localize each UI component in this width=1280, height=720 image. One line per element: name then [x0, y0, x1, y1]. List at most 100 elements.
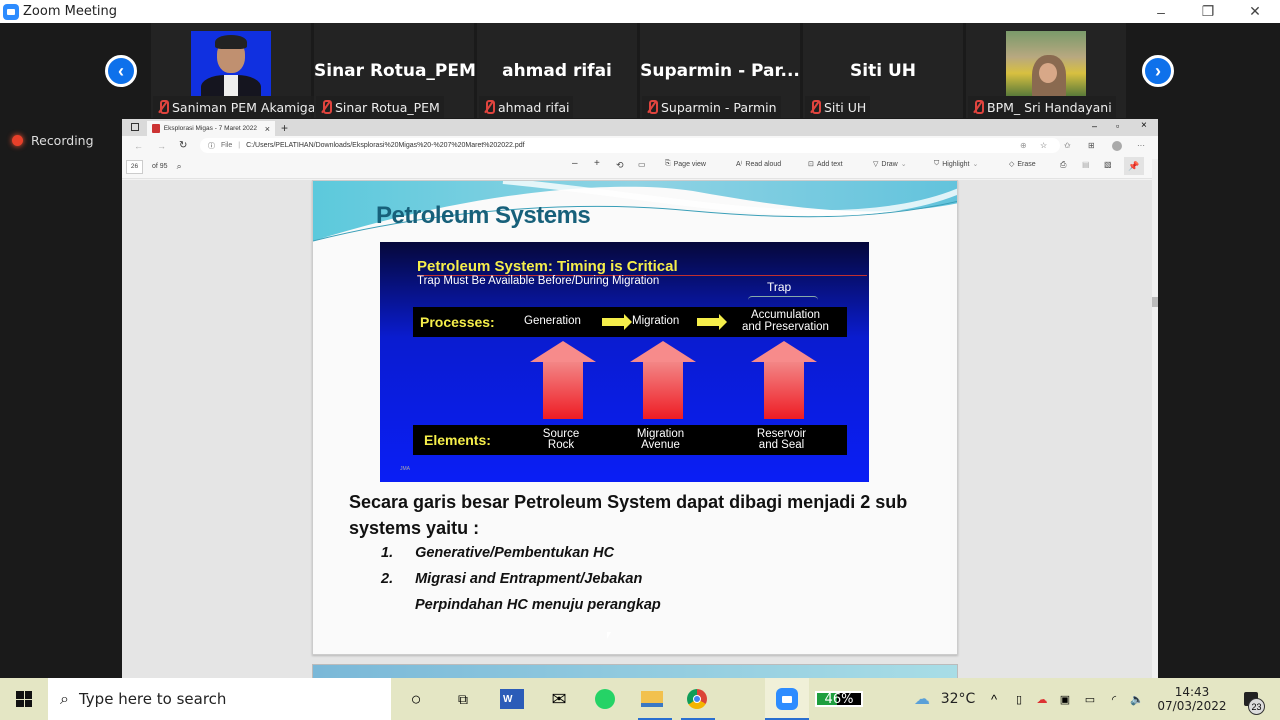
prev-participants-button[interactable]: ‹ [105, 55, 137, 87]
collections-icon[interactable]: ⊞ [1088, 141, 1095, 150]
participant-tile[interactable]: Sinar Rotua_PEM Sinar Rotua_PEM [314, 23, 476, 118]
word-app-icon[interactable]: W [496, 678, 528, 720]
refresh-icon[interactable]: ↻ [179, 140, 187, 151]
notification-center-button[interactable]: 23 [1236, 678, 1266, 720]
chevron-down-icon: ⌄ [900, 161, 907, 168]
close-button[interactable]: ✕ [1232, 0, 1278, 23]
chrome-icon[interactable] [681, 678, 715, 720]
participant-photo [1006, 31, 1086, 96]
chevron-down-icon: ⌄ [972, 161, 979, 168]
zoom-out-button[interactable]: – [572, 158, 578, 169]
participant-tile[interactable]: ahmad rifai ahmad rifai [477, 23, 637, 118]
battery-icon[interactable]: ▭ [1081, 678, 1099, 720]
muted-mic-icon [646, 100, 658, 114]
whatsapp-icon[interactable] [589, 678, 621, 720]
search-icon[interactable]: ⌕ [177, 161, 182, 172]
show-hidden-icons-chevron-icon[interactable]: ^ [985, 678, 1003, 720]
clock[interactable]: 14:43 07/03/2022 [1152, 678, 1232, 720]
fit-page-icon[interactable]: ▭ [638, 160, 646, 169]
url-prefix: File [221, 142, 233, 149]
muted-mic-icon [972, 100, 984, 114]
next-participants-button[interactable]: › [1142, 55, 1174, 87]
participant-name-label: BPM_ Sri Handayani [968, 96, 1116, 118]
highlight-icon: ⛉ [934, 160, 940, 167]
participant-tile[interactable]: Suparmin - Par... Suparmin - Parmin [640, 23, 800, 118]
read-aloud-button[interactable]: A⁾ Read aloud [736, 160, 781, 169]
tab-close-icon[interactable]: × [265, 124, 270, 134]
save-icon[interactable]: ▤ [1082, 160, 1090, 169]
restore-button[interactable]: ❐ [1185, 0, 1231, 23]
participant-tile[interactable]: BPM_ Sri Handayani [966, 23, 1126, 118]
rotate-icon[interactable]: ⟲ [616, 160, 624, 171]
list-item-note: Perpindahan HC menuju perangkap [415, 597, 661, 613]
zoom-title-bar: Zoom Meeting – ❐ ✕ [0, 0, 1280, 23]
back-arrow-icon[interactable]: ← [134, 141, 143, 151]
participant-tile[interactable]: Saniman PEM Akamigas [151, 23, 326, 118]
display-icon[interactable]: ▣ [1056, 678, 1074, 720]
meet-now-icon[interactable]: ▯ [1010, 678, 1028, 720]
slide-title: Petroleum Systems [376, 202, 591, 229]
browser-tab-bar: Eksplorasi Migas - 7 Maret 2022 × + – ▫ … [122, 119, 1158, 136]
browser-restore-button[interactable]: ▫ [1116, 121, 1119, 131]
favorites-list-icon[interactable]: ✩ [1064, 141, 1071, 150]
profile-avatar[interactable] [1112, 140, 1122, 151]
notification-count-badge: 23 [1248, 698, 1265, 715]
start-button[interactable] [0, 678, 48, 720]
cortana-icon[interactable]: ○ [400, 678, 432, 720]
tab-actions-icon[interactable] [131, 123, 139, 131]
info-icon: ⓘ [208, 142, 215, 150]
pin-toolbar-icon[interactable]: 📌 [1124, 157, 1144, 175]
participant-tile[interactable]: Siti UH Siti UH [803, 23, 963, 118]
zoom-in-button[interactable]: + [594, 158, 600, 169]
url-field[interactable]: ⓘ File | C:/Users/PELATIHAN/Downloads/Ek… [200, 138, 1060, 153]
read-aloud-icon: A⁾ [736, 161, 743, 168]
more-options-icon[interactable]: ··· [1137, 141, 1145, 150]
pdf-viewer[interactable]: Petroleum Systems Petroleum System: Timi… [122, 180, 1152, 678]
diagram-credit: JMA [400, 466, 410, 472]
zoom-app-icon[interactable] [765, 678, 809, 720]
weather-icon[interactable]: ☁ [910, 678, 934, 720]
mail-app-icon[interactable]: ✉ [543, 678, 575, 720]
favorite-icon[interactable]: ☆ [1040, 141, 1047, 150]
temperature[interactable]: 32°C [940, 678, 976, 720]
pdf-file-icon [152, 124, 160, 133]
pdf-scrollbar[interactable] [1152, 159, 1158, 678]
onedrive-error-icon[interactable]: ☁ [1033, 678, 1051, 720]
new-tab-button[interactable]: + [281, 121, 288, 136]
participant-photo [191, 31, 271, 96]
add-text-button[interactable]: ⊡ Add text [808, 160, 843, 169]
up-arrow-icon [630, 341, 696, 419]
muted-mic-icon [157, 100, 169, 114]
taskbar-search-box[interactable]: ⌕ Type here to search [48, 678, 391, 720]
file-explorer-icon[interactable] [636, 678, 672, 720]
recording-indicator[interactable]: Recording [12, 133, 94, 148]
pdf-next-page [312, 664, 958, 678]
muted-mic-icon [809, 100, 821, 114]
url-text: C:/Users/PELATIHAN/Downloads/Eksplorasi%… [246, 142, 525, 149]
page-number-input[interactable]: 26 [126, 159, 143, 174]
zoom-icon[interactable]: ⊕ [1020, 141, 1027, 150]
scrollbar-thumb[interactable] [1152, 297, 1158, 307]
browser-minimize-button[interactable]: – [1092, 121, 1097, 131]
highlight-button[interactable]: ⛉ Highlight ⌄ [934, 160, 978, 168]
page-view-button[interactable]: ⎘ Page view [665, 160, 706, 168]
battery-meter[interactable]: 46% [814, 678, 864, 720]
process-migration: Migration [632, 315, 680, 327]
minimize-button[interactable]: – [1138, 0, 1184, 23]
volume-icon[interactable]: 🔈 [1128, 678, 1146, 720]
wifi-icon[interactable]: ◜ [1105, 678, 1123, 720]
save-as-icon[interactable]: ▧ [1104, 160, 1112, 169]
element-migration-avenue: Migration Avenue [636, 428, 685, 451]
chevron-right-icon: › [1155, 60, 1161, 81]
task-view-icon[interactable]: ⧉ [447, 678, 479, 720]
processes-bar: Processes: Generation Migration Accumula… [413, 307, 847, 337]
search-placeholder: Type here to search [78, 690, 227, 708]
eraser-icon: ◇ [1009, 161, 1015, 168]
print-icon[interactable]: ⎙ [1060, 160, 1066, 170]
diagram-subtitle: Trap Must Be Available Before/During Mig… [417, 275, 660, 287]
browser-tab[interactable]: Eksplorasi Migas - 7 Maret 2022 × [147, 121, 275, 136]
forward-arrow-icon[interactable]: → [157, 141, 166, 151]
draw-button[interactable]: ▽ Draw ⌄ [873, 160, 907, 169]
erase-button[interactable]: ◇ Erase [1009, 160, 1036, 169]
browser-close-button[interactable]: × [1141, 120, 1147, 131]
